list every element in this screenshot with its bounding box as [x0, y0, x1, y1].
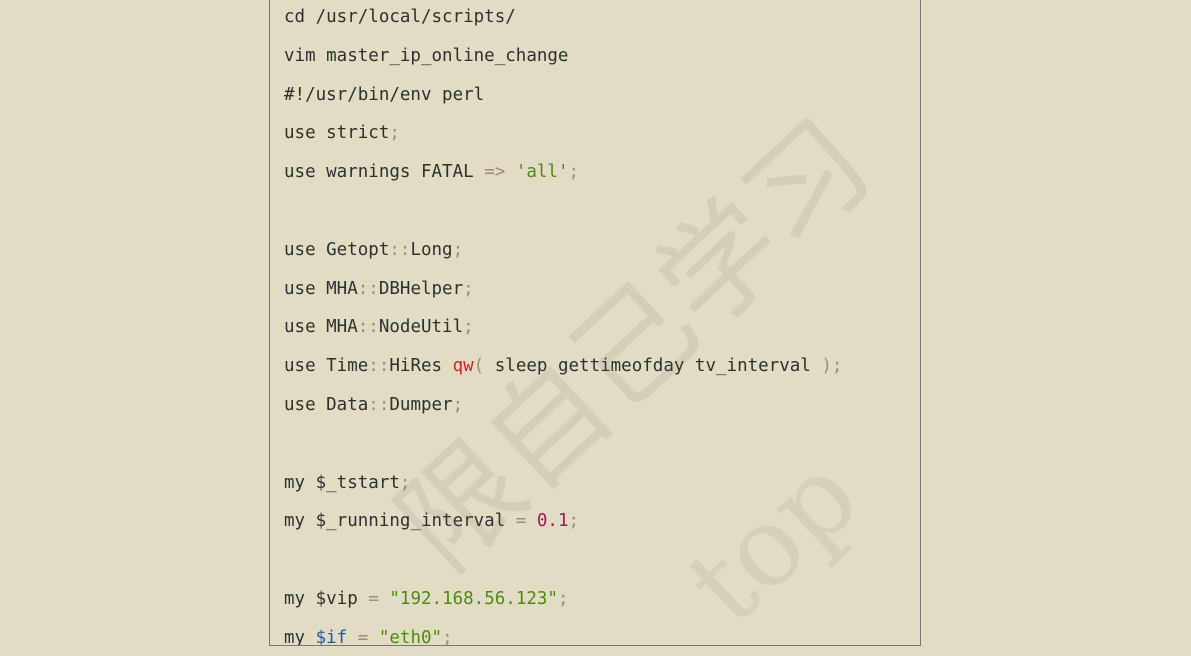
code-token: ; — [463, 317, 474, 338]
code-token: => — [484, 162, 506, 183]
code-token: ; — [399, 472, 411, 493]
code-token: my $_running_interval — [284, 511, 516, 532]
code-token: ) — [821, 356, 832, 377]
code-token: cd /usr/local/scripts/ — [284, 7, 516, 27]
code-line: use Time::HiRes qw( sleep gettimeofday t… — [284, 347, 920, 386]
code-token: ; — [557, 588, 569, 609]
code-token: use Data — [284, 394, 369, 415]
code-line: use Data::Dumper; — [284, 386, 920, 425]
code-token: :: — [368, 356, 390, 377]
code-line: vim master_ip_online_change — [284, 37, 920, 76]
code-line: #!/usr/bin/env perl — [284, 76, 920, 115]
code-token: "eth0" — [378, 627, 443, 646]
code-token: ; — [389, 123, 400, 144]
code-token: ( — [473, 356, 485, 377]
code-line: my $_tstart; — [284, 464, 920, 503]
code-token: = — [357, 627, 369, 646]
code-token: ; — [442, 627, 453, 646]
code-token: sleep gettimeofday tv_interval — [484, 356, 822, 377]
code-token: use Time — [284, 356, 369, 377]
code-token: vim master_ip_online_change — [284, 45, 569, 66]
code-token: ; — [568, 162, 580, 183]
code-token: use MHA — [284, 278, 358, 299]
code-token: :: — [389, 239, 411, 260]
code-token: :: — [368, 394, 390, 415]
code-line: my $_running_interval = 0.1; — [284, 502, 920, 541]
code-token: my $vip — [284, 588, 369, 609]
code-token: use warnings FATAL — [284, 162, 485, 183]
code-line: use Getopt::Long; — [284, 231, 920, 270]
code-token: NodeUtil — [378, 317, 464, 338]
code-token: :: — [357, 317, 379, 338]
code-token: 0.1 — [536, 511, 569, 532]
code-token: ; — [452, 394, 464, 415]
code-token: 'all' — [515, 162, 569, 183]
code-block: cd /usr/local/scripts/vim master_ip_onli… — [269, 0, 921, 646]
code-token: my — [284, 627, 316, 646]
code-token: #!/usr/bin/env perl — [284, 84, 485, 105]
code-token: "192.168.56.123" — [389, 588, 558, 609]
code-token: use Getopt — [284, 239, 390, 260]
code-line: my $vip = "192.168.56.123"; — [284, 580, 920, 619]
code-line: use MHA::DBHelper; — [284, 270, 920, 309]
code-line: cd /usr/local/scripts/ — [284, 0, 920, 37]
code-token: DBHelper — [378, 278, 464, 299]
code-token: = — [368, 588, 379, 609]
code-token: HiRes — [389, 356, 453, 377]
code-token: = — [515, 511, 527, 532]
code-line: my $if = "eth0"; — [284, 619, 920, 646]
code-token: my $_tstart — [284, 472, 400, 493]
code-token: Dumper — [389, 394, 453, 415]
code-token: ; — [831, 356, 843, 377]
code-token: :: — [357, 278, 379, 299]
code-token: qw — [452, 356, 474, 377]
code-token: ; — [463, 278, 474, 299]
code-lines: cd /usr/local/scripts/vim master_ip_onli… — [284, 0, 920, 646]
code-token: ; — [452, 239, 464, 260]
code-line: use strict; — [284, 114, 920, 153]
code-token: ; — [568, 511, 580, 532]
code-line: use MHA::NodeUtil; — [284, 308, 920, 347]
code-token: use strict — [284, 123, 390, 144]
code-token: $if — [315, 627, 348, 646]
code-token: Long — [410, 239, 453, 260]
code-line: use warnings FATAL => 'all'; — [284, 153, 920, 192]
code-token: use MHA — [284, 317, 358, 338]
